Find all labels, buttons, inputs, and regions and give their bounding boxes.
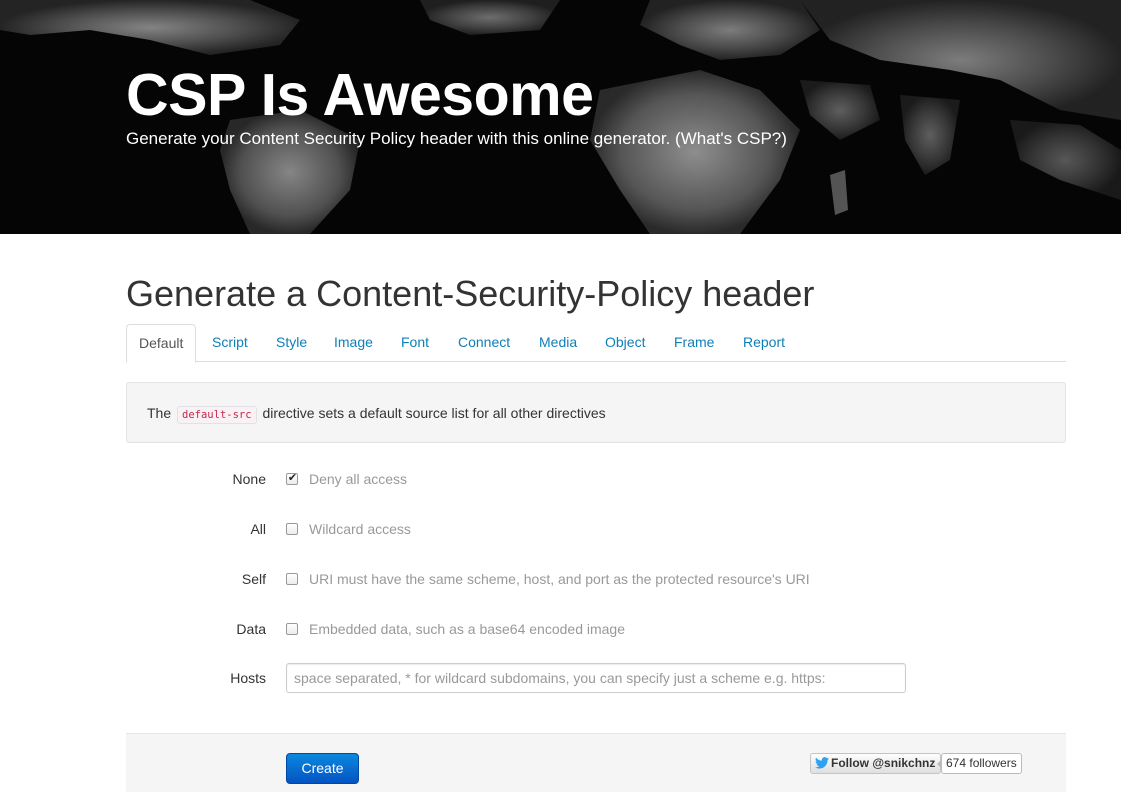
option-row-hosts: Hosts space separated, * for wildcard su… <box>126 663 1066 693</box>
form-actions: Create Follow @snikchnz 674 followers <box>126 733 1066 792</box>
option-label-data: Data <box>236 621 266 637</box>
option-label-none: None <box>232 471 266 487</box>
tab-connect[interactable]: Connect <box>446 324 522 362</box>
directive-tabs: Default Script Style Image Font Connect … <box>126 324 1066 363</box>
hosts-placeholder: space separated, * for wildcard subdomai… <box>294 670 826 686</box>
tab-report[interactable]: Report <box>731 324 797 362</box>
option-desc-all: Wildcard access <box>309 521 411 537</box>
twitter-bird-icon <box>815 756 829 769</box>
tab-style[interactable]: Style <box>264 324 319 362</box>
page-title: Generate a Content-Security-Policy heade… <box>126 273 815 314</box>
option-label-self: Self <box>241 571 266 587</box>
option-row-all: All Wildcard access <box>126 514 1066 544</box>
tab-frame[interactable]: Frame <box>662 324 726 362</box>
option-label-hosts: Hosts <box>230 670 266 686</box>
tab-script[interactable]: Script <box>200 324 260 362</box>
option-desc-none: Deny all access <box>309 471 408 487</box>
info-prefix: The <box>147 405 172 421</box>
checkbox-self[interactable] <box>286 573 298 585</box>
directive-info-text: The default-src directive sets a default… <box>147 404 606 424</box>
option-row-data: Data Embedded data, such as a base64 enc… <box>126 614 1066 644</box>
check-icon: ✔ <box>287 472 298 484</box>
checkbox-all[interactable] <box>286 523 298 535</box>
tab-font[interactable]: Font <box>389 324 441 362</box>
directive-info-box: The default-src directive sets a default… <box>126 382 1066 443</box>
tab-default[interactable]: Default <box>126 324 197 363</box>
info-suffix: directive sets a default source list for… <box>262 405 606 421</box>
option-row-none: None ✔ Deny all access <box>126 464 1066 494</box>
follow-label: Follow @snikchnz <box>831 756 936 770</box>
site-subtitle: Generate your Content Security Policy he… <box>126 129 787 148</box>
checkbox-data[interactable] <box>286 623 298 635</box>
follower-count[interactable]: 674 followers <box>937 753 1022 774</box>
tab-media[interactable]: Media <box>527 324 589 362</box>
option-label-all: All <box>250 521 266 537</box>
hero-banner: CSP Is Awesome Generate your Content Sec… <box>0 0 1121 234</box>
hosts-input[interactable]: space separated, * for wildcard subdomai… <box>286 663 906 693</box>
option-row-self: Self URI must have the same scheme, host… <box>126 564 1066 594</box>
site-title: CSP Is Awesome <box>126 62 594 128</box>
checkbox-none[interactable]: ✔ <box>286 472 298 485</box>
tab-object[interactable]: Object <box>593 324 657 362</box>
option-desc-data: Embedded data, such as a base64 encoded … <box>309 621 626 637</box>
create-button[interactable]: Create <box>286 753 359 784</box>
option-desc-self: URI must have the same scheme, host, and… <box>309 571 810 587</box>
directive-code: default-src <box>177 406 257 424</box>
twitter-follow-button[interactable]: Follow @snikchnz <box>810 753 942 774</box>
tab-image[interactable]: Image <box>322 324 385 362</box>
